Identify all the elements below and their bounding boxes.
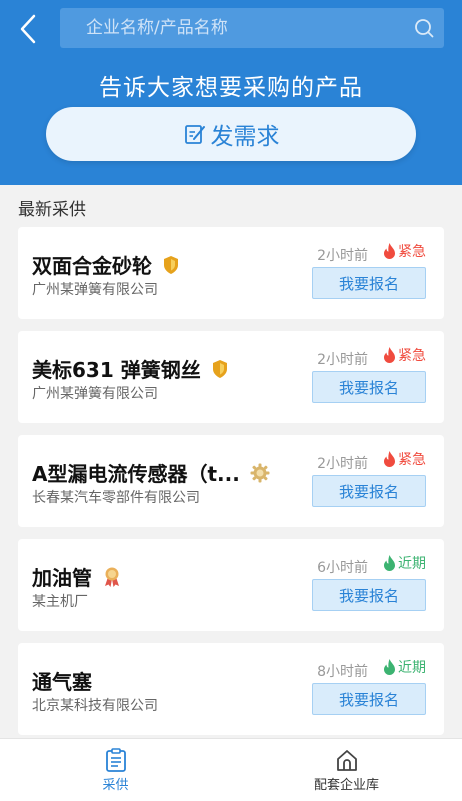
home-icon [336, 749, 357, 771]
post-time: 2小时前 [317, 456, 368, 472]
tab-procurement[interactable]: 采供 [0, 739, 231, 801]
post-time: 6小时前 [317, 560, 368, 576]
urgency-label: 近期 [398, 556, 426, 572]
demand-card[interactable]: 加油管 某主机厂 6小时前 近期 我要报名 [18, 539, 444, 631]
signup-button[interactable]: 我要报名 [312, 371, 426, 403]
demand-card[interactable]: 美标631 弹簧钢丝 广州某弹簧有限公司 2小时前 紧急 我要报名 [18, 331, 444, 423]
urgency-label: 紧急 [398, 244, 426, 260]
back-arrow-icon [20, 14, 36, 44]
shield-badge-icon [162, 255, 180, 275]
flame-icon [384, 451, 395, 467]
search-box[interactable] [60, 7, 444, 49]
card-title-row: A型漏电流传感器（t... [32, 458, 270, 487]
post-demand-label: 发需求 [210, 124, 280, 150]
post-time: 2小时前 [317, 352, 368, 368]
urgency-tag: 近期 [383, 657, 426, 677]
urgency-tag: 紧急 [383, 449, 426, 469]
card-title: 加油管 [32, 566, 92, 590]
post-time: 8小时前 [317, 664, 368, 680]
flame-icon [384, 347, 395, 363]
tab-enterprise-library[interactable]: 配套企业库 [231, 739, 462, 801]
header: 告诉大家想要采购的产品 发需求 [0, 0, 462, 185]
demand-card[interactable]: A型漏电流传感器（t... 长春某汽车零部件有限公司 2小时前 紧急 我要报名 [18, 435, 444, 527]
urgency-label: 紧急 [398, 348, 426, 364]
card-title: 通气塞 [32, 670, 92, 694]
back-button[interactable] [12, 12, 44, 46]
card-title-row: 加油管 [32, 562, 122, 591]
search-icon[interactable] [404, 8, 444, 48]
tab-label: 采供 [102, 777, 129, 793]
card-title: A型漏电流传感器（t... [32, 462, 240, 486]
signup-button[interactable]: 我要报名 [312, 475, 426, 507]
ribbon-badge-icon [102, 566, 122, 588]
gear-badge-icon [250, 463, 270, 483]
flame-icon [384, 243, 395, 259]
card-title-row: 双面合金砂轮 [32, 250, 180, 279]
signup-button[interactable]: 我要报名 [312, 267, 426, 299]
urgency-label: 紧急 [398, 452, 426, 468]
company-name: 北京某科技有限公司 [32, 698, 158, 714]
post-demand-button[interactable]: 发需求 [46, 107, 416, 161]
card-title: 美标631 弹簧钢丝 [32, 358, 201, 382]
urgency-tag: 近期 [383, 553, 426, 573]
urgency-label: 近期 [398, 660, 426, 676]
urgency-tag: 紧急 [383, 241, 426, 261]
section-title: 最新采供 [18, 200, 86, 220]
flame-icon [384, 659, 395, 675]
card-title-row: 通气塞 [32, 666, 92, 695]
tab-label: 配套企业库 [313, 777, 379, 793]
card-title-row: 美标631 弹簧钢丝 [32, 354, 229, 383]
demand-card[interactable]: 双面合金砂轮 广州某弹簧有限公司 2小时前 紧急 我要报名 [18, 227, 444, 319]
post-time: 2小时前 [317, 248, 368, 264]
shield-badge-icon [211, 359, 229, 379]
clipboard-icon [105, 747, 126, 772]
edit-icon [184, 125, 205, 144]
company-name: 广州某弹簧有限公司 [32, 386, 158, 402]
search-input[interactable] [60, 7, 404, 49]
banner-title: 告诉大家想要采购的产品 [99, 75, 363, 101]
demand-card[interactable]: 通气塞 北京某科技有限公司 8小时前 近期 我要报名 [18, 643, 444, 735]
card-title: 双面合金砂轮 [32, 254, 152, 278]
signup-button[interactable]: 我要报名 [312, 683, 426, 715]
bottom-tab-bar: 采供 配套企业库 [0, 738, 462, 801]
signup-button[interactable]: 我要报名 [312, 579, 426, 611]
urgency-tag: 紧急 [383, 345, 426, 365]
company-name: 长春某汽车零部件有限公司 [32, 490, 200, 506]
company-name: 某主机厂 [32, 594, 88, 610]
flame-icon [384, 555, 395, 571]
company-name: 广州某弹簧有限公司 [32, 282, 158, 298]
